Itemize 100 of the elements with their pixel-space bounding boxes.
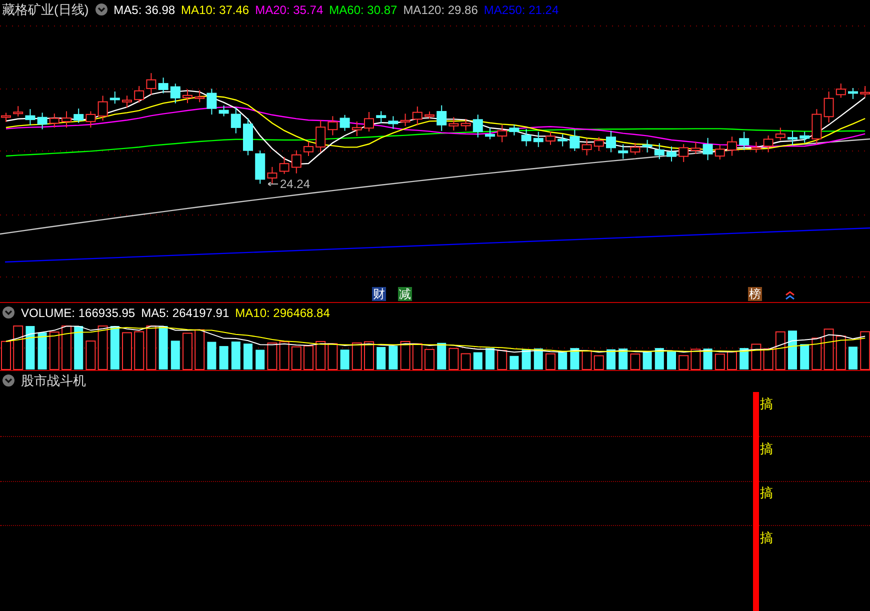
candlestick	[763, 135, 774, 153]
volume-bar	[836, 336, 846, 370]
volume-bar	[534, 348, 543, 370]
volume-bar	[630, 354, 640, 370]
signal-label: 搞	[760, 397, 774, 411]
candlestick	[836, 83, 846, 98]
candlestick	[630, 142, 640, 156]
volume-bar	[244, 344, 252, 370]
candlestick	[304, 141, 314, 157]
volume-bar	[594, 355, 604, 370]
candlestick	[255, 150, 266, 184]
candlestick	[472, 114, 483, 138]
volume-bar	[412, 343, 422, 370]
event-marker[interactable]: 财	[372, 287, 386, 301]
volume-bar	[703, 348, 712, 370]
candlestick	[606, 130, 616, 153]
candlestick	[158, 77, 168, 94]
volume-bar	[304, 345, 314, 370]
candlestick	[533, 131, 544, 148]
volume-bar	[267, 342, 278, 370]
volume-bar	[824, 328, 834, 370]
volume-bar	[582, 350, 592, 370]
volume-bar	[340, 350, 350, 370]
volume-bar	[74, 326, 84, 370]
volume-bar	[38, 332, 47, 370]
candlestick	[824, 91, 834, 123]
volume-bar	[437, 342, 446, 370]
volume-bar	[570, 348, 580, 370]
candlestick	[558, 134, 568, 147]
volume-bar	[486, 348, 494, 370]
volume-bar	[522, 349, 531, 370]
volume-bar	[231, 342, 240, 370]
volume-bar	[654, 348, 664, 370]
candlestick	[727, 136, 737, 156]
volume-reading: MA5: 264197.91	[141, 306, 230, 320]
candlestick	[714, 144, 725, 160]
candlestick	[775, 127, 786, 141]
candlestick	[460, 118, 471, 132]
volume-bar	[376, 346, 386, 370]
candlestick	[352, 120, 362, 137]
volume-bar	[134, 331, 144, 370]
candlestick	[182, 88, 192, 104]
candlestick	[206, 88, 217, 116]
volume-bar	[497, 350, 508, 370]
volume-bar	[316, 341, 326, 370]
candlestick	[110, 91, 120, 104]
volume-bar	[49, 332, 60, 370]
volume-bar	[618, 348, 628, 370]
volume-bar	[13, 326, 24, 370]
chevron-down-icon[interactable]	[94, 3, 108, 16]
volume-reading: MA10: 296468.84	[235, 306, 330, 320]
candlestick	[146, 72, 156, 96]
candlestick	[678, 144, 689, 163]
volume-bar	[606, 349, 616, 370]
signal-label: 搞	[760, 530, 774, 544]
candlestick	[243, 118, 253, 156]
candlestick	[134, 86, 144, 104]
candlestick	[400, 113, 410, 127]
candlestick	[316, 120, 326, 153]
moving-average-reading: MA5: 36.98	[114, 2, 176, 16]
candlestick	[788, 130, 798, 146]
candlestick	[230, 107, 241, 134]
chevron-down-icon[interactable]	[2, 306, 15, 319]
candlestick	[848, 88, 858, 100]
moving-average-reading: MA20: 35.74	[255, 2, 324, 16]
volume-bar	[170, 340, 180, 370]
volume-bar	[291, 346, 302, 370]
event-marker[interactable]: 减	[398, 287, 412, 301]
arrow-icon	[268, 182, 278, 186]
candlestick	[497, 124, 508, 143]
volume-bar	[256, 350, 265, 370]
candlestick	[122, 95, 132, 108]
moving-average-reading: MA60: 30.87	[329, 2, 398, 16]
candlestick	[74, 108, 84, 124]
candlestick	[218, 105, 229, 117]
candlestick	[666, 146, 676, 162]
candlestick	[702, 137, 713, 161]
candlestick	[509, 124, 520, 136]
volume-bar	[328, 343, 338, 370]
candlestick	[412, 106, 422, 126]
volume-bar	[86, 340, 96, 370]
volume-bar	[460, 353, 471, 370]
volume-bar	[400, 341, 410, 370]
event-marker[interactable]: 榜	[748, 287, 762, 301]
volume-bar	[740, 348, 749, 370]
volume-bar	[26, 326, 35, 370]
candlestick	[376, 110, 386, 124]
volume-bar	[388, 346, 398, 370]
volume-bar	[678, 355, 689, 370]
candlestick	[812, 108, 822, 144]
volume-bar	[558, 352, 568, 370]
chevron-down-icon[interactable]	[2, 374, 15, 387]
candlestick	[364, 112, 374, 132]
candlestick	[521, 128, 532, 147]
moving-average-reading: MA120: 29.86	[403, 2, 478, 16]
volume-bar	[510, 356, 519, 370]
volume-bar	[690, 348, 701, 370]
candlestick	[388, 116, 398, 130]
moving-average-reading: MA250: 21.24	[484, 2, 559, 16]
candlestick	[37, 112, 48, 130]
